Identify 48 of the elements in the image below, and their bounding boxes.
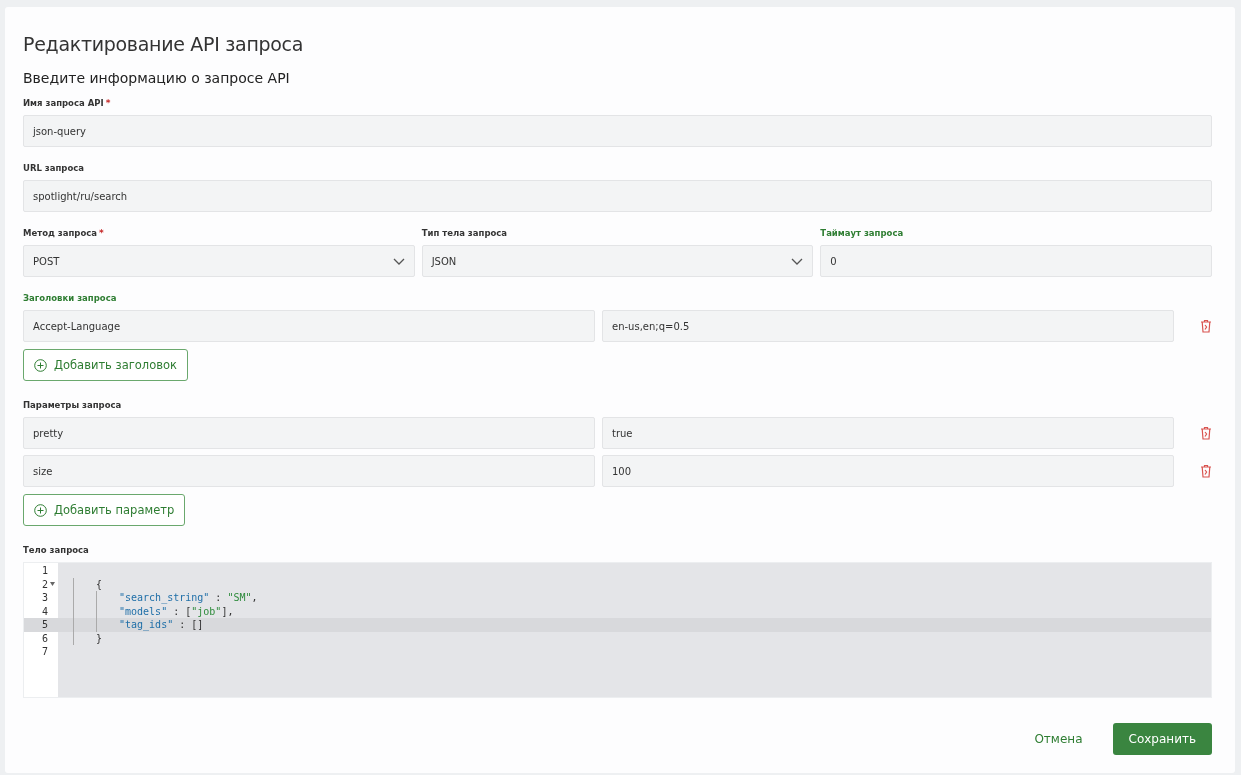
delete-icon[interactable] — [1200, 464, 1212, 478]
code-editor[interactable]: 1 2 3 4 5 6 7 { "search_string" : "SM", "models" : ["job"], "tag_ids" : [] } — [23, 562, 1212, 698]
line-number: 5 — [41, 618, 48, 632]
field-label: URL запроса — [23, 163, 85, 173]
chevron-down-icon — [392, 257, 405, 265]
field-label: Заголовки запроса — [23, 293, 117, 303]
line-number: 4 — [41, 604, 48, 618]
line-number: 1 — [41, 564, 48, 578]
select-field[interactable]: POST — [23, 245, 415, 277]
input-field[interactable]: spotlight/ru/search — [23, 180, 1212, 212]
input-field[interactable]: 0 — [820, 245, 1212, 277]
line-number: 2 — [41, 577, 48, 591]
input-field[interactable]: 100 — [602, 455, 1174, 487]
code-line: "tag_ids" : [] — [119, 618, 204, 632]
field-label: Таймаут запроса — [820, 228, 904, 238]
required-mark: * — [99, 228, 104, 238]
code-line: } — [96, 631, 103, 645]
input-field[interactable]: Accept-Language — [23, 310, 595, 342]
delete-icon[interactable] — [1200, 426, 1212, 440]
line-number: 3 — [41, 591, 48, 605]
section-subtitle: Введите информацию о запросе API — [23, 70, 291, 86]
input-field[interactable]: pretty — [23, 417, 595, 449]
fold-caret-icon[interactable] — [50, 582, 55, 587]
add-button[interactable]: Добавить заголовок — [23, 349, 188, 381]
code-line: "models" : ["job"], — [119, 604, 234, 618]
save-button[interactable]: Сохранить — [1112, 723, 1212, 755]
required-mark: * — [105, 98, 111, 108]
plus-circle-icon — [34, 358, 47, 372]
field-label: Имя запроса API — [23, 98, 104, 108]
select-field[interactable]: JSON — [421, 245, 814, 277]
line-number: 6 — [41, 631, 48, 645]
delete-icon[interactable] — [1200, 319, 1212, 333]
field-label: Тип тела запроса — [421, 228, 508, 238]
input-field[interactable]: json-query — [23, 115, 1212, 147]
add-button[interactable]: Добавить параметр — [23, 494, 186, 526]
input-field[interactable]: true — [602, 417, 1174, 449]
code-line: { — [96, 577, 103, 591]
code-line: "search_string" : "SM", — [119, 591, 258, 605]
field-label: Параметры запроса — [23, 400, 122, 410]
plus-circle-icon — [34, 503, 47, 517]
input-field[interactable]: size — [23, 455, 595, 487]
chevron-down-icon — [791, 257, 804, 265]
field-label: Тело запроса — [23, 545, 89, 555]
dialog-title: Редактирование API запроса — [23, 33, 305, 55]
cancel-button[interactable]: Отмена — [1028, 731, 1089, 747]
line-number: 7 — [41, 645, 48, 659]
field-label: Метод запроса — [23, 228, 98, 238]
input-field[interactable]: en-us,en;q=0.5 — [602, 310, 1174, 342]
